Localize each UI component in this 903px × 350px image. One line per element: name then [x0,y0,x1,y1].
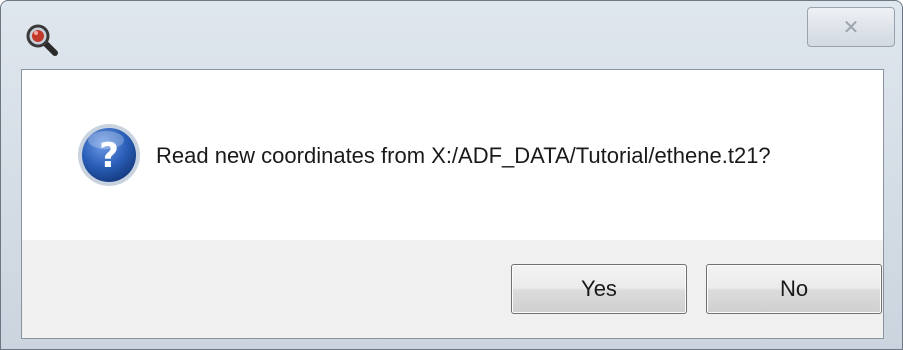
magnifier-icon [25,23,59,57]
dialog-content: ? Read new coordinates from X:/ADF_DATA/… [21,69,884,339]
svg-text:?: ? [99,136,119,176]
dialog-message: Read new coordinates from X:/ADF_DATA/Tu… [156,143,771,168]
dialog-window: ✕ ? Read new coordinates from X:/ADF_DAT… [0,0,903,350]
close-button[interactable]: ✕ [807,7,895,47]
no-button[interactable]: No [706,264,882,314]
question-icon: ? [76,122,142,188]
title-bar[interactable]: ✕ [1,1,902,67]
yes-button[interactable]: Yes [511,264,687,314]
close-icon: ✕ [842,15,860,39]
message-area: ? Read new coordinates from X:/ADF_DATA/… [22,70,883,240]
